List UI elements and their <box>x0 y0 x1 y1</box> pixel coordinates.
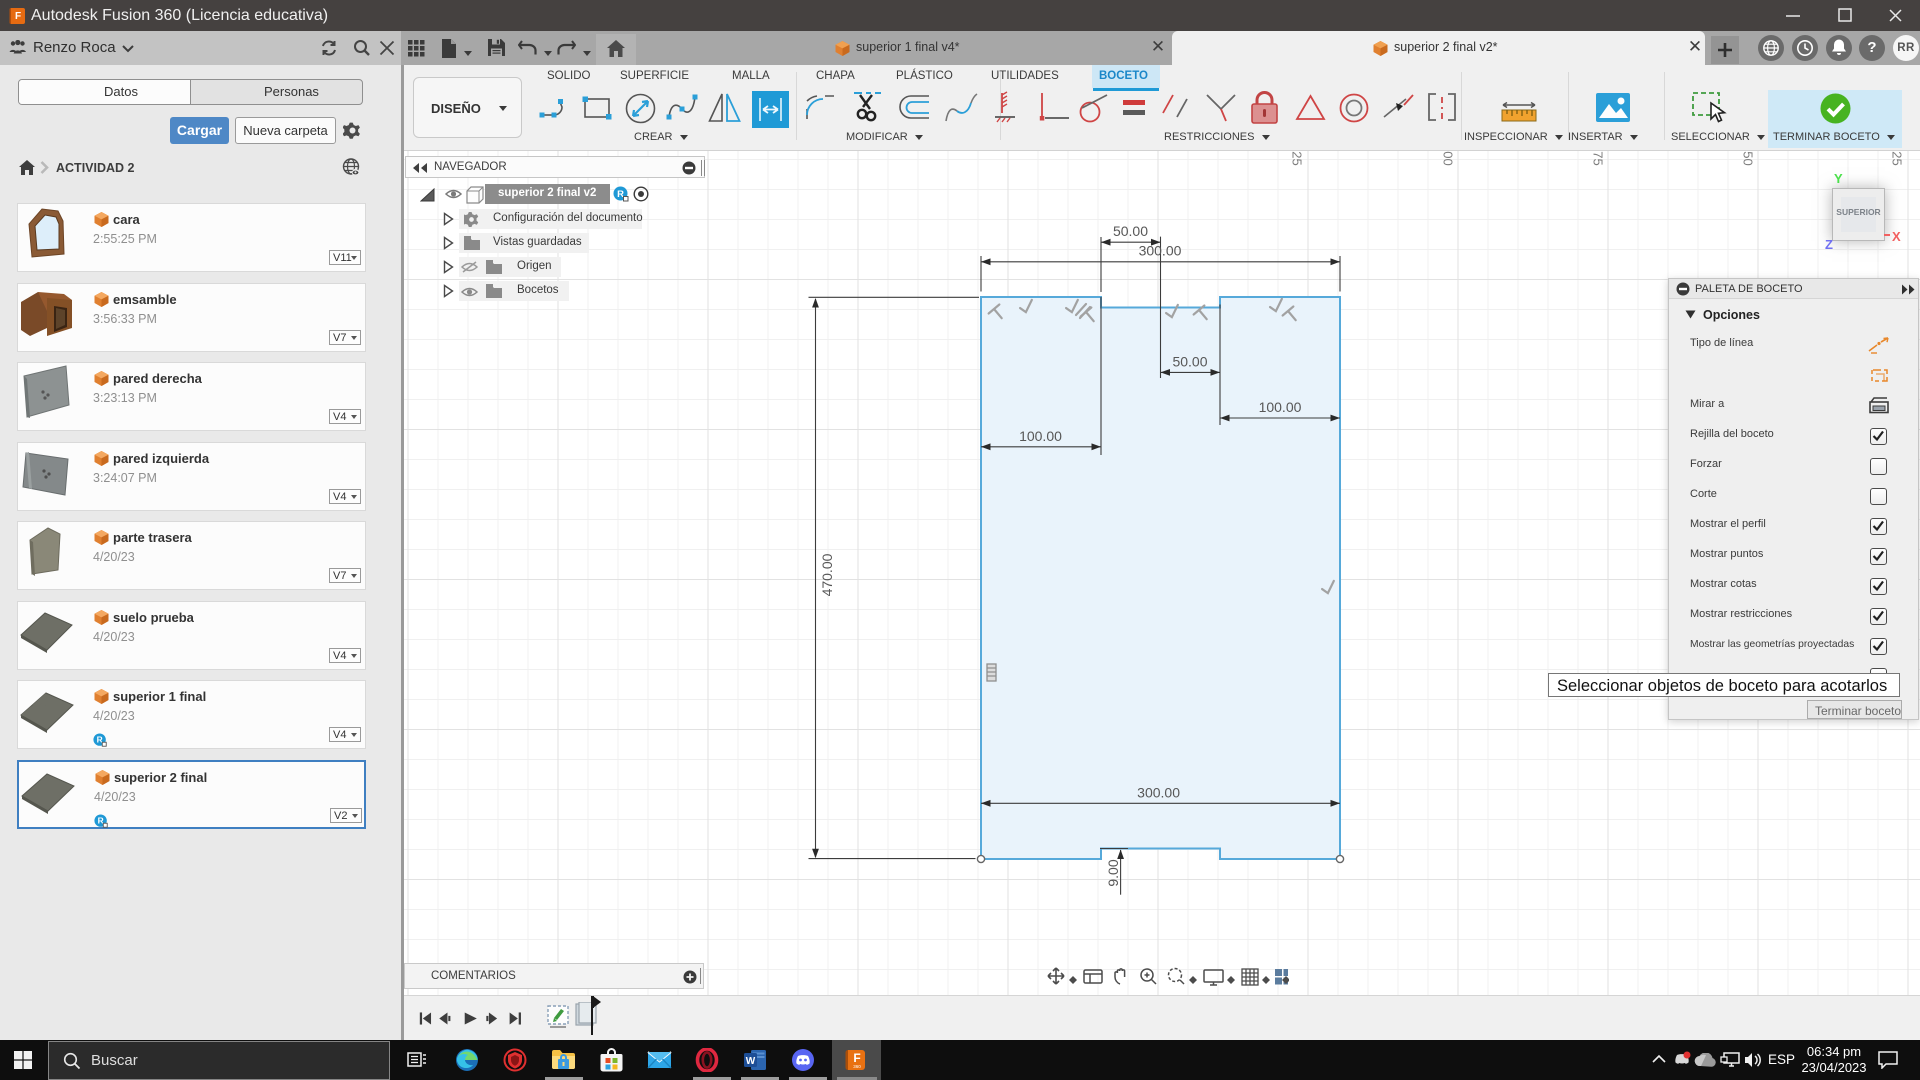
svg-text:50.00: 50.00 <box>1113 223 1148 239</box>
svg-text:R: R <box>97 735 103 745</box>
svg-text:360: 360 <box>853 1064 861 1069</box>
svg-text:R: R <box>98 815 104 825</box>
svg-text:9.00: 9.00 <box>1105 859 1121 886</box>
svg-text:W: W <box>746 1056 756 1067</box>
svg-text:470.00: 470.00 <box>819 553 835 596</box>
svg-text:50.00: 50.00 <box>1172 353 1207 369</box>
svg-text:300.00: 300.00 <box>1139 242 1182 258</box>
svg-text:100.00: 100.00 <box>1019 428 1062 444</box>
svg-text:300.00: 300.00 <box>1137 784 1180 800</box>
svg-text:100.00: 100.00 <box>1259 399 1302 415</box>
svg-text:F: F <box>853 1051 860 1065</box>
svg-text:F: F <box>15 11 21 22</box>
